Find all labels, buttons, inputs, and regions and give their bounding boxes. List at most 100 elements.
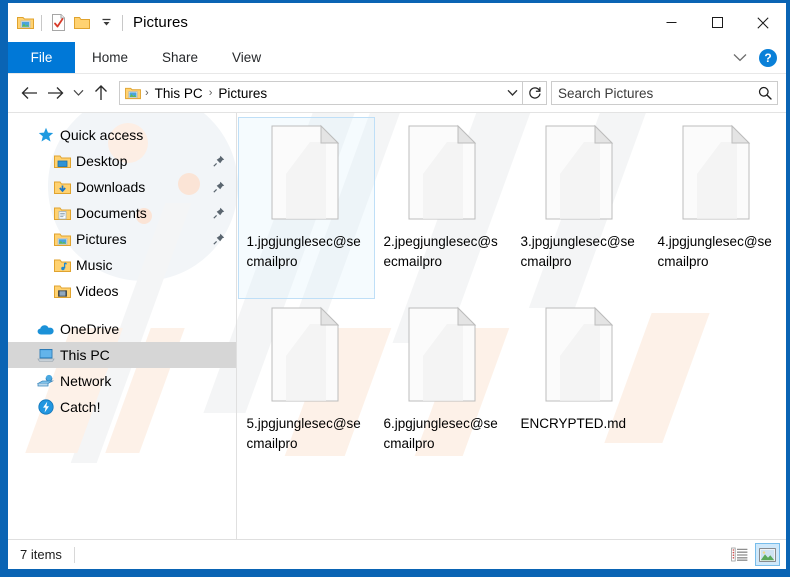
forward-arrow-icon[interactable] <box>42 80 68 106</box>
sidebar-item-network[interactable]: Network <box>8 368 236 394</box>
sidebar-item-documents[interactable]: Documents <box>8 200 236 226</box>
breadcrumb-separator: › <box>208 87 213 99</box>
sidebar-item-music[interactable]: Music <box>8 252 236 278</box>
breadcrumb[interactable]: › This PC › Pictures <box>119 81 547 105</box>
sidebar-item-pictures[interactable]: Pictures <box>8 226 236 252</box>
breadcrumb-this-pc[interactable]: This PC <box>152 86 206 101</box>
back-arrow-icon[interactable] <box>16 80 42 106</box>
blank-file-icon <box>542 124 620 224</box>
file-list-view[interactable]: 1.jpgjunglesec@secmailpro 2.jpegjunglese… <box>236 113 786 539</box>
sidebar-item-label: Quick access <box>60 127 144 143</box>
tab-view[interactable]: View <box>215 42 278 73</box>
file-name-label: 5.jpgjunglesec@secmailpro <box>246 416 361 451</box>
file-item[interactable]: 3.jpgjunglesec@secmailpro <box>512 117 649 299</box>
file-item[interactable]: 4.jpgjunglesec@secmailpro <box>649 117 786 299</box>
blank-file-icon <box>405 124 483 224</box>
pin-icon[interactable] <box>212 206 226 220</box>
navigation-pane: Quick access Desktop Downloads Documents… <box>8 113 236 539</box>
details-view-button[interactable] <box>727 543 752 566</box>
tab-home[interactable]: Home <box>75 42 145 73</box>
blank-file-icon <box>679 124 757 224</box>
blank-file-icon <box>405 306 483 406</box>
pin-icon[interactable] <box>212 154 226 168</box>
search-input[interactable] <box>552 85 753 101</box>
minimize-button[interactable] <box>648 3 694 42</box>
sidebar-item-label: Videos <box>76 283 119 299</box>
sidebar-item-label: Desktop <box>76 153 128 169</box>
sidebar-item-desktop[interactable]: Desktop <box>8 148 236 174</box>
tab-file[interactable]: File <box>8 42 75 73</box>
pin-icon[interactable] <box>212 180 226 194</box>
file-name-label: 2.jpegjunglesec@secmailpro <box>383 234 498 269</box>
blank-file-icon <box>268 306 346 406</box>
sidebar-item-onedrive[interactable]: OneDrive <box>8 316 236 342</box>
maximize-button[interactable] <box>694 3 740 42</box>
status-divider <box>73 546 75 563</box>
pictures-folder-icon <box>52 229 72 249</box>
status-bar: 7 items <box>8 539 786 569</box>
breadcrumb-pictures[interactable]: Pictures <box>215 86 270 101</box>
sidebar-item-label: Documents <box>76 205 147 221</box>
close-button[interactable] <box>740 3 786 42</box>
pin-icon[interactable] <box>212 232 226 246</box>
documents-folder-icon <box>52 203 72 223</box>
search-box[interactable] <box>551 81 778 105</box>
file-name-label: 4.jpgjunglesec@secmailpro <box>657 234 772 269</box>
sidebar-item-label: Downloads <box>76 179 146 195</box>
up-arrow-icon[interactable] <box>88 80 114 106</box>
downloads-folder-icon <box>52 177 72 197</box>
breadcrumb-separator: › <box>145 87 149 99</box>
chevron-down-icon[interactable] <box>502 82 522 104</box>
network-icon <box>36 371 56 391</box>
window-controls <box>648 3 786 42</box>
file-item[interactable]: 6.jpgjunglesec@secmailpro <box>375 299 512 481</box>
title-bar: Pictures <box>8 3 786 42</box>
sidebar-item-videos[interactable]: Videos <box>8 278 236 304</box>
sidebar-item-label: OneDrive <box>60 321 120 337</box>
pane-divider[interactable] <box>236 113 237 539</box>
sidebar-item-label: Network <box>60 373 112 389</box>
sidebar-item-label: Music <box>76 257 113 273</box>
refresh-icon[interactable] <box>522 81 546 105</box>
desktop-folder-icon <box>52 151 72 171</box>
search-icon[interactable] <box>753 82 777 104</box>
pictures-folder-icon[interactable] <box>14 12 36 34</box>
sidebar-item-label: Pictures <box>76 231 127 247</box>
file-item[interactable]: 2.jpegjunglesec@secmailpro <box>375 117 512 299</box>
sidebar-item-label: Catch! <box>60 399 101 415</box>
ribbon-tab-strip: File Home Share View ? <box>8 42 786 73</box>
title-divider <box>122 14 123 31</box>
new-folder-icon[interactable] <box>71 12 93 34</box>
sidebar-item-catch[interactable]: Catch! <box>8 394 236 420</box>
file-item[interactable]: 1.jpgjunglesec@secmailpro <box>238 117 375 299</box>
onedrive-cloud-icon <box>36 319 56 339</box>
this-pc-icon <box>36 345 56 365</box>
explorer-window: Pictures File Home Share View ? › This P… <box>0 0 790 577</box>
star-icon <box>36 125 56 145</box>
file-item[interactable]: ENCRYPTED.md <box>512 299 649 481</box>
pictures-folder-icon <box>124 84 142 102</box>
sidebar-item-downloads[interactable]: Downloads <box>8 174 236 200</box>
customize-qat-chevron-icon[interactable] <box>95 12 117 34</box>
ribbon-right-controls: ? <box>725 42 780 73</box>
file-name-label: 6.jpgjunglesec@secmailpro <box>383 416 498 451</box>
large-icons-view-button[interactable] <box>755 543 780 566</box>
file-name-label: 1.jpgjunglesec@secmailpro <box>246 234 361 269</box>
properties-icon[interactable] <box>47 12 69 34</box>
quick-access-toolbar: Pictures <box>8 3 188 42</box>
blank-file-icon <box>268 124 346 224</box>
file-item[interactable]: 5.jpgjunglesec@secmailpro <box>238 299 375 481</box>
address-bar: › This PC › Pictures <box>8 73 786 112</box>
item-count-label: 7 items <box>20 547 62 562</box>
sidebar-item-this-pc[interactable]: This PC <box>8 342 236 368</box>
catch-lightning-icon <box>36 397 56 417</box>
recent-locations-chevron-icon[interactable] <box>68 80 88 106</box>
tab-share[interactable]: Share <box>145 42 215 73</box>
help-button[interactable]: ? <box>759 48 777 67</box>
content-area: Quick access Desktop Downloads Documents… <box>8 112 786 539</box>
chevron-down-icon[interactable] <box>725 43 755 73</box>
file-name-label: ENCRYPTED.md <box>520 416 627 431</box>
sidebar-item-quick-access[interactable]: Quick access <box>8 122 236 148</box>
qat-divider <box>41 14 42 31</box>
